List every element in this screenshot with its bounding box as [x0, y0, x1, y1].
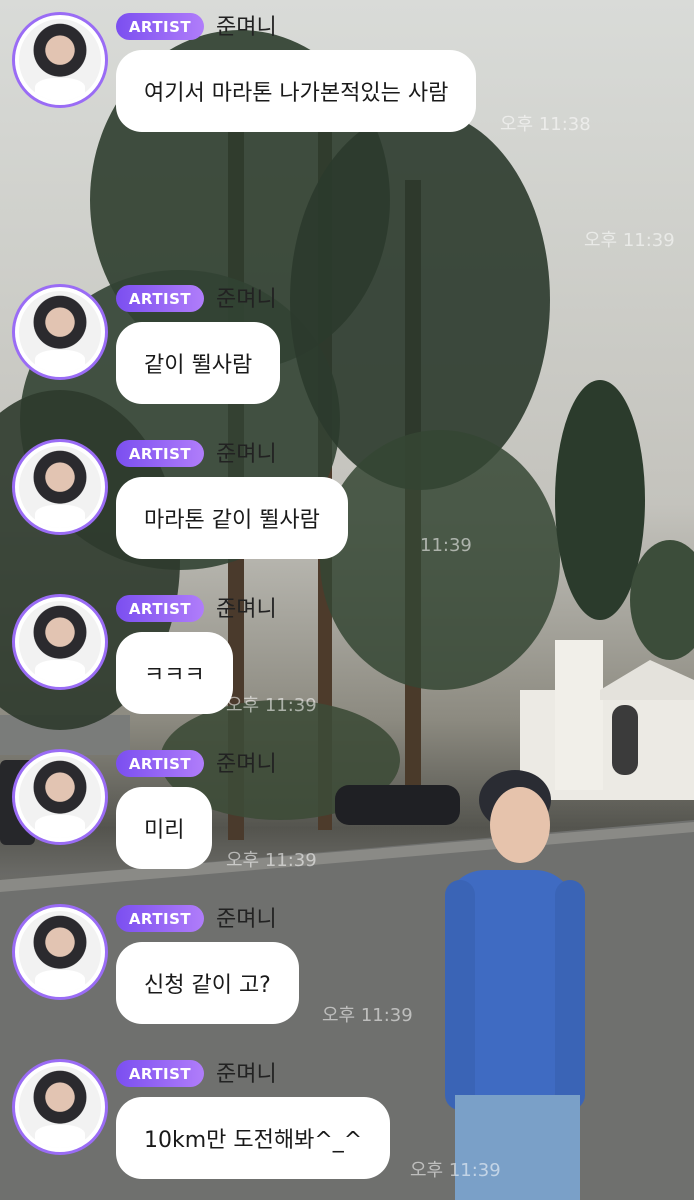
avatar[interactable]	[12, 439, 108, 535]
avatar[interactable]	[12, 1059, 108, 1155]
sender-name: 준며니	[216, 442, 277, 467]
avatar-image	[19, 19, 101, 101]
artist-badge: ARTIST	[116, 440, 204, 467]
message-bubble[interactable]: 미리	[116, 787, 213, 869]
message-bubble[interactable]: 신청 같이 고?	[116, 942, 299, 1024]
artist-badge: ARTIST	[116, 13, 204, 40]
avatar-image	[19, 911, 101, 993]
avatar[interactable]	[12, 749, 108, 845]
sender-name: 준며니	[216, 907, 277, 932]
avatar[interactable]	[12, 594, 108, 690]
avatar[interactable]	[12, 904, 108, 1000]
artist-badge: ARTIST	[116, 905, 204, 932]
chat-message: ARTIST 준며니 미리 오후 11:39	[0, 737, 694, 892]
avatar-image	[19, 291, 101, 373]
chat-message: ARTIST 준며니 같이 뛸사람 오후 11:39	[0, 230, 694, 427]
message-time: 오후 11:39	[226, 850, 317, 871]
message-bubble[interactable]: 여기서 마라톤 나가본적있는 사람	[116, 50, 477, 132]
avatar-image	[19, 756, 101, 838]
message-time: 오후 11:39	[322, 1005, 413, 1026]
chat-list: ARTIST 준며니 여기서 마라톤 나가본적있는 사람 오후 11:38 AR…	[0, 0, 694, 1200]
sender-name: 준며니	[216, 15, 277, 40]
message-bubble[interactable]: 10km만 도전해봐^_^	[116, 1097, 391, 1179]
avatar-image	[19, 1066, 101, 1148]
artist-badge: ARTIST	[116, 1060, 204, 1087]
artist-badge: ARTIST	[116, 595, 204, 622]
artist-badge: ARTIST	[116, 750, 204, 777]
message-time: 오후 11:39	[410, 1160, 501, 1181]
sender-name: 준며니	[216, 597, 277, 622]
chat-message: ARTIST 준며니 신청 같이 고? 오후 11:39	[0, 892, 694, 1047]
sender-name: 준며니	[216, 752, 277, 777]
chat-message: ARTIST 준며니 마라톤 같이 뛸사람 11:39	[0, 427, 694, 582]
message-bubble[interactable]: ㅋㅋㅋ	[116, 632, 233, 714]
message-bubble[interactable]: 마라톤 같이 뛸사람	[116, 477, 348, 559]
chat-message: ARTIST 준며니 여기서 마라톤 나가본적있는 사람 오후 11:38	[0, 0, 694, 155]
chat-message: ARTIST 준며니 ㅋㅋㅋ 오후 11:39	[0, 582, 694, 737]
message-time: 오후 11:39	[226, 695, 317, 716]
message-bubble[interactable]: 같이 뛸사람	[116, 322, 281, 404]
avatar[interactable]	[12, 284, 108, 380]
artist-badge: ARTIST	[116, 285, 204, 312]
message-time: 오후 11:39	[584, 230, 675, 251]
message-time: 11:39	[420, 535, 472, 556]
message-time: 오후 11:38	[500, 114, 591, 135]
avatar-image	[19, 446, 101, 528]
sender-name: 준며니	[216, 287, 277, 312]
sender-name: 준며니	[216, 1062, 277, 1087]
avatar[interactable]	[12, 12, 108, 108]
chat-message: ARTIST 준며니 10km만 도전해봐^_^ 오후 11:39	[0, 1047, 694, 1202]
avatar-image	[19, 601, 101, 683]
